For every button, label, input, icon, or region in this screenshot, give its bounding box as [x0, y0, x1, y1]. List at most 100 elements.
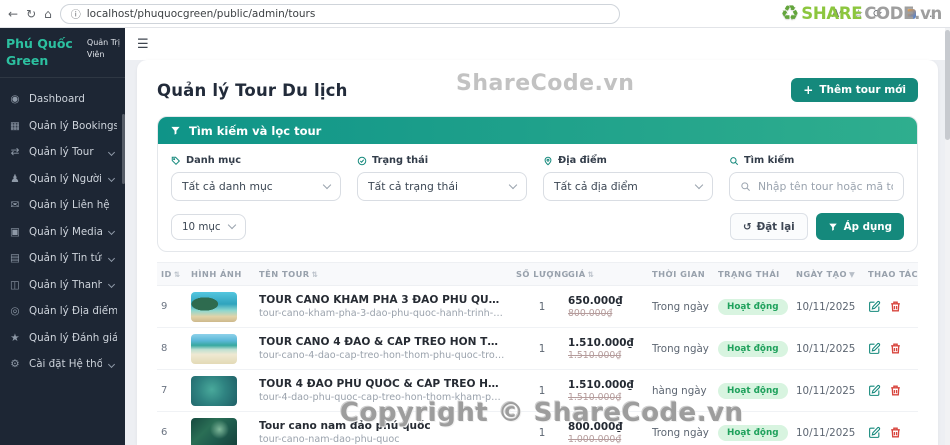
field-label: Địa điểm — [558, 155, 607, 166]
url-bar[interactable]: ⓘ localhost/phuquocgreen/public/admin/to… — [59, 3, 620, 24]
delete-button[interactable] — [889, 342, 902, 355]
chevron-down-icon — [107, 175, 116, 183]
edit-button[interactable] — [868, 384, 881, 397]
tour-duration: Trong ngày — [652, 426, 709, 439]
tour-old-price: 1.000.000₫ — [568, 433, 622, 445]
col-status: TRẠNG THÁI — [718, 269, 780, 279]
field-label: Danh mục — [186, 155, 242, 166]
tour-thumbnail — [191, 291, 237, 322]
sidebar-item-label: Cài đặt Hệ thống — [29, 358, 102, 371]
category-select[interactable]: Tất cả danh mục — [171, 172, 341, 201]
sidebar-item-media[interactable]: ▣ Quản lý Media — [0, 219, 125, 246]
tour-name: TOUR CANO KHÁM PHÁ 3 ĐẢO PHÚ QUỐC (Hành … — [259, 294, 506, 306]
search-box[interactable] — [729, 172, 904, 201]
sidebar-item-payments[interactable]: ◫ Quản lý Thanh toán — [0, 272, 125, 299]
delete-button[interactable] — [889, 300, 902, 313]
per-page-select[interactable]: 10 mục — [171, 213, 246, 240]
tour-thumbnail — [191, 417, 237, 445]
col-id[interactable]: ID ⇅ — [157, 269, 191, 279]
map-pin-icon: ◎ — [10, 305, 20, 318]
status-select[interactable]: Tất cả trạng thái — [357, 172, 527, 201]
add-tour-button[interactable]: + Thêm tour mới — [791, 78, 918, 102]
edit-button[interactable] — [868, 342, 881, 355]
col-duration: THỜI GIAN — [652, 269, 706, 279]
tour-qty: 1 — [538, 426, 546, 439]
tour-qty: 1 — [538, 342, 546, 355]
sharecode-logo-icon: ♻ — [780, 1, 800, 25]
chevron-down-icon — [107, 360, 116, 368]
tour-name: Tour cano nam đảo phú quốc — [259, 420, 431, 432]
col-price[interactable]: GIÁ ⇅ — [568, 269, 652, 279]
sidebar-item-label: Quản lý Bookings — [29, 119, 117, 132]
sidebar-scrollbar[interactable] — [122, 114, 125, 184]
filter-field-location: Địa điểm Tất cả địa điểm — [543, 155, 713, 201]
page-scrollbar[interactable] — [945, 28, 950, 445]
delete-button[interactable] — [889, 426, 902, 439]
scrollbar-thumb[interactable] — [945, 30, 950, 140]
edit-button[interactable] — [868, 300, 881, 313]
sidebar-item-settings[interactable]: ⚙ Cài đặt Hệ thống — [0, 351, 125, 378]
tour-slug: tour-cano-nam-dao-phu-quoc — [259, 434, 400, 445]
col-created[interactable]: NGÀY TẠO ▼ — [796, 269, 868, 279]
reset-icon: ↺ — [742, 220, 752, 233]
tour-name: TOUR CANO 4 ĐẢO & CÁP TREO HÒN THƠM PHÚ … — [259, 336, 506, 348]
status-badge: Hoạt động — [718, 424, 788, 441]
sidebar-item-reviews[interactable]: ★ Quản lý Đánh giá — [0, 325, 125, 352]
col-name[interactable]: TÊN TOUR ⇅ — [259, 269, 516, 279]
edit-button[interactable] — [868, 426, 881, 439]
filter-title: Tìm kiếm và lọc tour — [189, 123, 322, 138]
sidebar-item-label: Quản lý Thanh toán — [29, 278, 102, 291]
filter-panel-header: Tìm kiếm và lọc tour — [158, 117, 917, 144]
sidebar-item-users[interactable]: ♟ Quản lý Người dùng — [0, 166, 125, 193]
tour-created-date: 10/11/2025 — [796, 300, 856, 313]
chevron-down-icon — [107, 254, 116, 262]
tour-id: 8 — [161, 343, 168, 354]
apply-label: Áp dụng — [843, 220, 892, 233]
site-info-icon[interactable]: ⓘ — [71, 6, 81, 21]
sidebar-item-label: Dashboard — [29, 93, 85, 106]
map-pin-icon — [544, 156, 552, 165]
logo-code-text: CODE.vn — [864, 4, 942, 23]
filter-panel: Tìm kiếm và lọc tour Danh mục Tất cả dan… — [157, 116, 918, 252]
calendar-icon: ▦ — [10, 119, 20, 132]
sidebar-item-contacts[interactable]: ✉ Quản lý Liên hệ — [0, 192, 125, 219]
plus-icon: + — [803, 83, 814, 97]
tour-id: 9 — [161, 301, 168, 312]
location-select[interactable]: Tất cả địa điểm — [543, 172, 713, 201]
sidebar-item-tours[interactable]: ⇄ Quản lý Tour — [0, 139, 125, 166]
sidebar-item-bookings[interactable]: ▦ Quản lý Bookings — [0, 113, 125, 140]
per-page-value: 10 mục — [182, 220, 221, 233]
refresh-icon[interactable]: ↻ — [26, 8, 36, 20]
search-input[interactable] — [758, 180, 893, 193]
tour-price: 1.510.000₫ — [568, 336, 634, 349]
field-label: Trạng thái — [372, 155, 429, 166]
route-icon: ⇄ — [10, 146, 20, 159]
sidebar-item-dashboard[interactable]: ◉ Dashboard — [0, 86, 125, 113]
tour-created-date: 10/11/2025 — [796, 342, 856, 355]
tour-old-price: 800.000₫ — [568, 307, 613, 319]
tour-qty: 1 — [538, 384, 546, 397]
sidebar-item-news[interactable]: ▤ Quản lý Tin tức — [0, 245, 125, 272]
sidebar-item-locations[interactable]: ◎ Quản lý Địa điểm — [0, 298, 125, 325]
search-icon — [730, 156, 739, 165]
tour-price: 1.510.000₫ — [568, 378, 634, 391]
delete-button[interactable] — [889, 384, 902, 397]
role-line2: Viên — [86, 50, 105, 59]
sidebar-item-label: Quản lý Media — [29, 225, 102, 238]
filter-field-category: Danh mục Tất cả danh mục — [171, 155, 341, 201]
sort-icon: ⇅ — [311, 270, 319, 279]
reset-label: Đặt lại — [756, 220, 795, 233]
topbar: ☰ — [125, 28, 950, 60]
reset-button[interactable]: ↺ Đặt lại — [729, 213, 808, 240]
status-badge: Hoạt động — [718, 298, 788, 315]
back-icon[interactable]: ← — [8, 8, 18, 20]
filter-field-search: Tìm kiếm — [729, 155, 904, 201]
tour-price: 800.000₫ — [568, 420, 623, 433]
tour-id: 7 — [161, 385, 168, 396]
tours-table: ID ⇅ HÌNH ẢNH TÊN TOUR ⇅ SỐ LƯỢNG GIÁ ⇅ THỜ… — [157, 262, 918, 445]
hamburger-menu-icon[interactable]: ☰ — [137, 37, 149, 52]
home-icon[interactable]: ⌂ — [44, 8, 52, 20]
sort-icon: ⇅ — [587, 270, 595, 279]
apply-button[interactable]: Áp dụng — [815, 213, 904, 240]
chevron-down-icon — [107, 228, 116, 236]
